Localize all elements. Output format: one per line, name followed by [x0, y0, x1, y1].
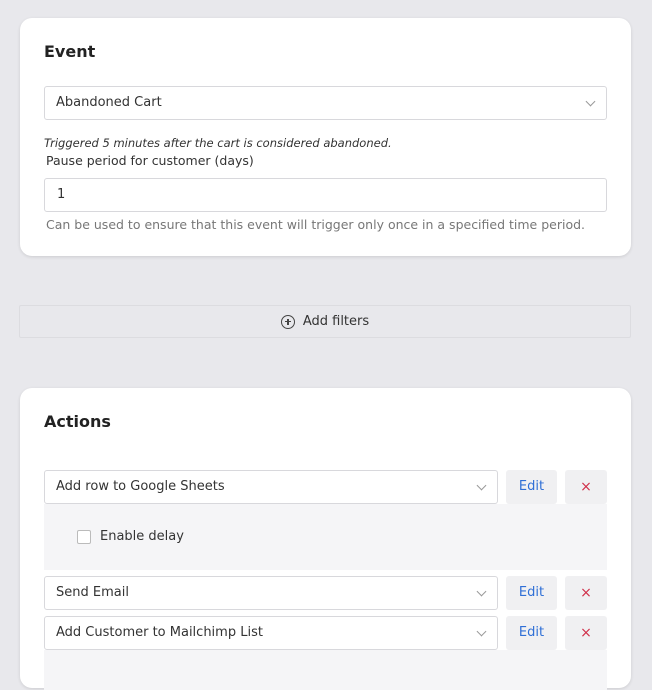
chevron-down-icon: [476, 586, 487, 597]
plus-circle-icon: [280, 314, 295, 329]
action-select-mailchimp[interactable]: Add Customer to Mailchimp List: [44, 616, 498, 650]
edit-action-button[interactable]: Edit: [506, 470, 557, 504]
chevron-down-icon: [476, 626, 487, 637]
action-select-value: Send Email: [56, 585, 129, 600]
chevron-down-icon: [476, 480, 487, 491]
event-card: Event Abandoned Cart Triggered 5 minutes…: [20, 18, 631, 256]
action-select-google-sheets[interactable]: Add row to Google Sheets: [44, 470, 498, 504]
chevron-down-icon: [585, 96, 596, 107]
delay-panel: Enable delay: [44, 504, 607, 570]
event-title: Event: [44, 42, 96, 61]
edit-action-button[interactable]: Edit: [506, 576, 557, 610]
event-select[interactable]: Abandoned Cart: [44, 86, 607, 120]
enable-delay-label: Enable delay: [100, 529, 184, 544]
action-select-value: Add row to Google Sheets: [56, 479, 225, 494]
pause-period-input[interactable]: 1: [44, 178, 607, 212]
event-select-value: Abandoned Cart: [56, 95, 162, 110]
trigger-hint: Triggered 5 minutes after the cart is co…: [44, 136, 392, 150]
delay-panel: [44, 650, 607, 690]
pause-period-help: Can be used to ensure that this event wi…: [46, 217, 586, 232]
delete-action-button[interactable]: ×: [565, 470, 607, 504]
add-filters-button[interactable]: Add filters: [19, 305, 631, 338]
delete-action-button[interactable]: ×: [565, 576, 607, 610]
actions-card: Actions Add row to Google Sheets Edit × …: [20, 388, 631, 690]
pause-period-label: Pause period for customer (days): [46, 153, 254, 168]
add-filters-label: Add filters: [302, 314, 370, 329]
action-select-send-email[interactable]: Send Email: [44, 576, 498, 610]
actions-title: Actions: [44, 412, 111, 431]
delete-action-button[interactable]: ×: [565, 616, 607, 650]
action-select-value: Add Customer to Mailchimp List: [56, 625, 263, 640]
edit-action-button[interactable]: Edit: [506, 616, 557, 650]
enable-delay-checkbox[interactable]: [77, 530, 91, 544]
